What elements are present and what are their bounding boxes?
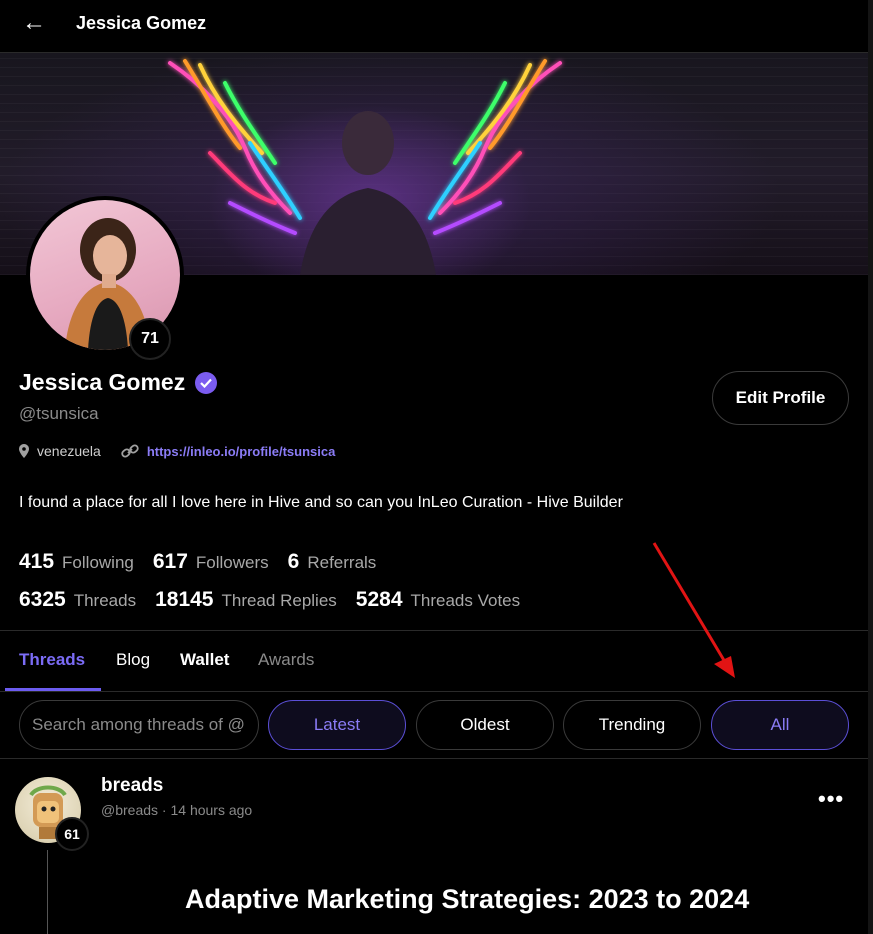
referrals-label[interactable]: Referrals — [307, 553, 376, 573]
thread-line — [47, 850, 48, 934]
profile-meta: venezuela https://inleo.io/profile/tsuns… — [19, 443, 335, 459]
filter-trending-button[interactable]: Trending — [563, 700, 701, 750]
post-handle[interactable]: @breads — [101, 802, 158, 818]
stats-row-1: 415 Following 617 Followers 6 Referrals — [19, 550, 395, 574]
threads-votes-count: 5284 — [355, 588, 403, 611]
post-title[interactable]: Adaptive Marketing Strategies: 2023 to 2… — [185, 884, 749, 915]
filter-oldest-button[interactable]: Oldest — [416, 700, 554, 750]
followers-count[interactable]: 617 — [153, 550, 188, 574]
divider — [0, 630, 868, 631]
divider — [0, 758, 868, 759]
level-badge: 71 — [129, 318, 171, 360]
top-bar: ← Jessica Gomez — [0, 0, 868, 53]
threads-count: 6325 — [19, 588, 66, 611]
profile-name-row: Jessica Gomez — [19, 369, 218, 396]
scrollbar[interactable] — [868, 0, 873, 934]
profile-bio: I found a place for all I love here in H… — [19, 494, 623, 511]
profile-name: Jessica Gomez — [19, 369, 186, 395]
arrow-left-icon[interactable]: ← — [22, 10, 46, 36]
stats-row-2: 6325 Threads 18145 Thread Replies 5284 T… — [19, 588, 539, 612]
profile-link[interactable]: https://inleo.io/profile/tsunsica — [147, 444, 336, 459]
divider — [0, 691, 868, 692]
post-meta: @breads · 14 hours ago — [101, 802, 252, 818]
link-icon — [121, 444, 139, 458]
tab-wallet[interactable]: Wallet — [180, 650, 229, 670]
tab-blog[interactable]: Blog — [116, 650, 150, 670]
more-horizontal-icon[interactable]: ••• — [818, 786, 844, 812]
location-icon — [19, 444, 29, 458]
threads-label: Threads — [73, 591, 137, 610]
following-count[interactable]: 415 — [19, 550, 54, 574]
followers-label[interactable]: Followers — [196, 553, 269, 573]
search-input[interactable] — [19, 700, 259, 750]
post-level-badge: 61 — [55, 817, 89, 851]
location-text: venezuela — [37, 443, 101, 459]
tab-awards[interactable]: Awards — [258, 650, 314, 670]
referrals-count[interactable]: 6 — [288, 550, 300, 574]
tab-threads[interactable]: Threads — [19, 650, 85, 670]
meta-separator: · — [161, 802, 167, 818]
thread-replies-label: Thread Replies — [221, 591, 337, 610]
edit-profile-button[interactable]: Edit Profile — [712, 371, 849, 425]
page-title: Jessica Gomez — [76, 13, 207, 33]
filter-all-button[interactable]: All — [711, 700, 849, 750]
thread-replies-count: 18145 — [155, 588, 214, 611]
profile-handle: @tsunsica — [19, 404, 99, 423]
post-time: 14 hours ago — [170, 802, 253, 818]
threads-votes-label: Threads Votes — [410, 591, 521, 610]
post-author[interactable]: breads — [101, 775, 163, 797]
filter-latest-button[interactable]: Latest — [268, 700, 406, 750]
following-label[interactable]: Following — [62, 553, 134, 573]
verified-icon — [195, 371, 218, 394]
